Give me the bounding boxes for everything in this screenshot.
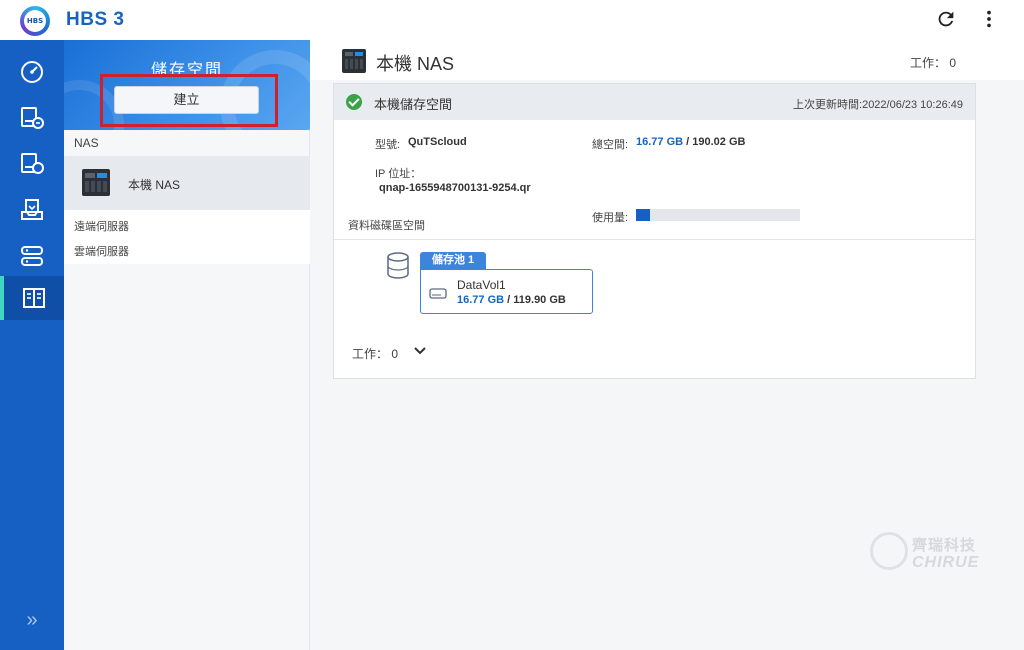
panel-header: 儲存空間 建立 [64,40,310,130]
servers-icon [21,246,43,266]
local-nas-label: 本機 NAS [128,178,181,192]
volume-name: DataVol1 [457,278,506,292]
nav-backup[interactable] [0,142,64,186]
nav-services[interactable] [0,234,64,278]
watermark-en: CHIRUE [912,554,980,571]
total-separator: / [683,136,693,148]
sync-device-icon [21,107,44,129]
sidebar-item-remote-server[interactable]: 遠端伺服器 [74,218,129,234]
watermark: 齊瑞科技 CHIRUE [870,530,1010,578]
main-header: 本機 NAS 工作： 0 [310,40,1024,80]
data-space-label: 資料磁碟區空間 [348,220,425,232]
gauge-icon [21,61,43,83]
storage-pool-tab: 儲存池 1 [420,252,487,269]
hbs-logo: HBS [20,6,50,36]
watermark-cn: 齊瑞科技 [912,537,977,554]
highlight-annotation [100,74,278,127]
volume-separator: / [504,294,514,306]
more-vertical-icon[interactable] [978,8,1000,30]
volume-item[interactable]: DataVol1 16.77 GB / 119.90 GB [420,269,593,314]
model-value: QuTScloud [408,136,467,148]
nav-restore[interactable] [0,188,64,232]
left-nav: » [0,40,64,650]
top-bar: HBS HBS 3 [0,0,1024,40]
usage-bar-fill [636,209,651,221]
page-title: 本機 NAS [376,54,455,74]
tasks-count: 工作： 0 [910,56,957,70]
app-window: HBS HBS 3 » 儲存空間 建立 NAS 本機 NAS 遠端伺服器 雲端伺… [0,0,1024,650]
divider [334,239,975,240]
app-title: HBS 3 [66,9,125,30]
total-used: 16.77 GB [636,136,684,148]
chevron-down-icon[interactable] [413,345,427,357]
volume-size: 16.77 GB / 119.90 GB [457,294,566,306]
volume-capacity: 119.90 GB [513,294,566,306]
nav-sync[interactable] [0,96,64,140]
usage-label: 使用量: [592,212,629,224]
watermark-logo-icon [870,532,908,570]
volume-used: 16.77 GB [457,294,505,306]
restore-tray-icon [21,199,43,220]
nas-device-icon [342,49,366,73]
backup-restore-icon [21,153,44,174]
ip-label: IP 位址： [375,168,422,180]
card-header: 本機儲存空間 上次更新時間:2022/06/23 10:26:49 [334,84,975,120]
sidebar-item-cloud-server[interactable]: 雲端伺服器 [74,243,129,259]
nav-storage-spaces[interactable] [0,276,64,320]
usage-bar [636,209,800,221]
total-space-value: 16.77 GB / 190.02 GB [636,136,745,148]
section-label-nas: NAS [74,136,99,150]
total-space-label: 總空間: [592,139,629,151]
nav-overview[interactable] [0,50,64,94]
nav-expand-button[interactable]: » [0,600,64,640]
card-tasks-toggle[interactable]: 工作： 0 [352,345,398,362]
check-circle-icon [346,94,362,110]
drive-icon [429,288,447,299]
ip-value: qnap-1655948700131-9254.qr [379,182,531,194]
refresh-icon[interactable] [935,8,957,30]
nas-device-icon [82,169,110,196]
card-title: 本機儲存空間 [374,97,453,112]
logo-text: HBS [24,10,46,32]
total-capacity: 190.02 GB [692,136,746,148]
model-label: 型號: [375,139,401,151]
storage-spaces-icon [23,288,45,308]
storage-panel: 儲存空間 建立 NAS 本機 NAS 遠端伺服器 雲端伺服器 [64,40,310,650]
database-icon [387,252,409,279]
main-content: 本機 NAS 工作： 0 本機儲存空間 上次更新時間:2022/06/23 10… [310,40,1024,650]
storage-card: 本機儲存空間 上次更新時間:2022/06/23 10:26:49 型號: Qu… [333,83,976,379]
sidebar-item-local-nas[interactable]: 本機 NAS [64,156,310,210]
last-updated: 上次更新時間:2022/06/23 10:26:49 [793,99,963,111]
